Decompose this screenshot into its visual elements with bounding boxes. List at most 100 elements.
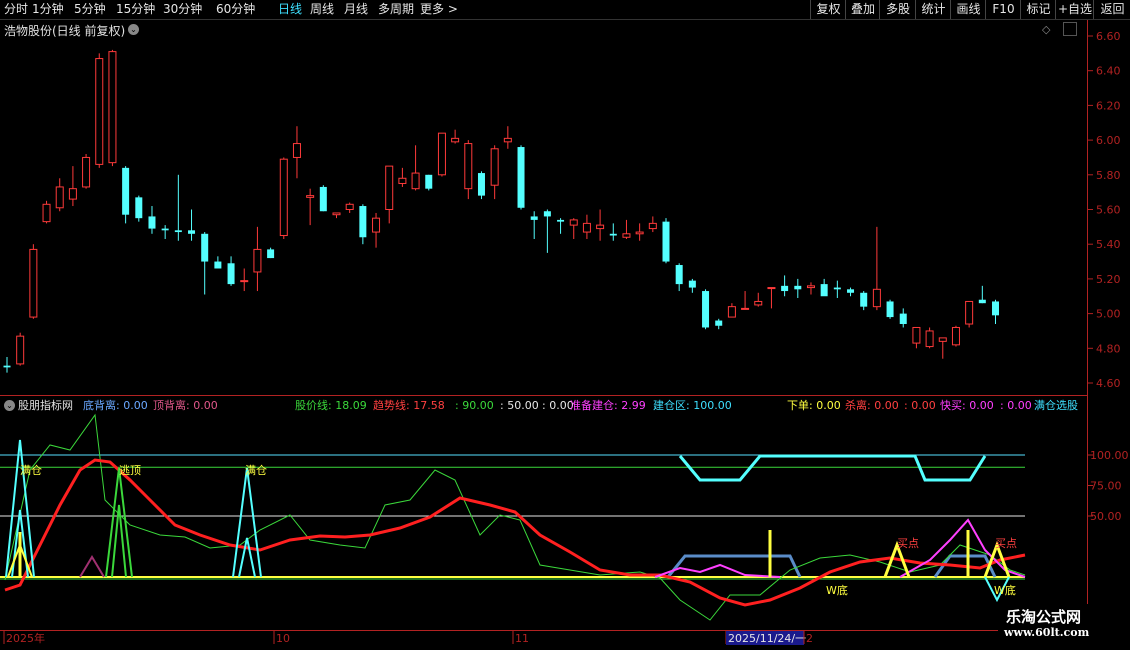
indicator-value-3: 趋势线: 17.58 xyxy=(373,399,445,412)
date-label: 2 xyxy=(806,632,813,645)
candle-body xyxy=(688,280,696,288)
candle-body xyxy=(675,265,683,285)
indicator-annotation: 买点 xyxy=(995,537,1017,550)
candle-body xyxy=(161,228,169,231)
candle-body xyxy=(411,172,420,190)
candle-body xyxy=(965,300,974,325)
indicator-value-9: 下单: 0.00 xyxy=(787,399,841,412)
candle-body xyxy=(794,285,802,290)
candle-body xyxy=(978,299,986,304)
watermark-title: 乐淘公式网 xyxy=(1006,608,1082,626)
candle-body xyxy=(188,230,196,234)
candle-body xyxy=(332,212,341,216)
candle-body xyxy=(899,313,907,325)
candle-body xyxy=(662,221,670,262)
candle-body xyxy=(992,301,999,316)
candle-body xyxy=(781,285,789,292)
price-tick-label: 4.80 xyxy=(1096,342,1121,355)
candle-body xyxy=(517,147,525,208)
indicator-value-14: 满仓选股 xyxy=(1034,399,1078,412)
price-tick-label: 6.00 xyxy=(1096,134,1121,147)
indicator-tick-label: 50.00 xyxy=(1090,510,1122,523)
candle-body xyxy=(872,288,881,308)
price-tick-label: 6.20 xyxy=(1096,99,1121,112)
candle-body xyxy=(938,337,947,342)
indicator-annotation: 满仓 xyxy=(20,463,42,477)
candle-body xyxy=(477,173,485,196)
candle-body xyxy=(16,335,25,365)
date-label: 2025年 xyxy=(6,631,45,645)
candle-body xyxy=(359,206,367,238)
candle-body xyxy=(227,263,235,285)
price-line xyxy=(4,413,1026,621)
indicator-value-13: : 0.00 xyxy=(1000,399,1032,412)
indicator-value-7: 准备建仓: 2.99 xyxy=(570,399,646,412)
candle-body xyxy=(741,307,750,310)
candle-body xyxy=(702,291,710,328)
candle-body xyxy=(767,287,776,290)
watermark-url: www.60lt.com xyxy=(1004,626,1090,639)
candle-body xyxy=(108,51,117,164)
candle-body xyxy=(648,222,657,230)
candle-body xyxy=(135,197,143,219)
price-tick-label: 5.40 xyxy=(1096,238,1121,251)
candle-body xyxy=(201,233,209,262)
indicator-value-6: : 0.00 xyxy=(542,399,574,412)
dark-spike xyxy=(79,555,105,578)
candle-body xyxy=(543,211,551,217)
price-tick-label: 4.60 xyxy=(1096,377,1121,390)
indicator-value-5: : 50.00 xyxy=(500,399,539,412)
indicator-annotation: 逃顶 xyxy=(119,464,141,477)
indicator-header: 股朋指标网 底背离: 0.00 顶背离: 0.00 股价线: 18.09 趋势线: 1… xyxy=(0,397,1090,414)
indicator-value-8: 建仓区: 100.00 xyxy=(653,399,732,412)
candle-body xyxy=(860,292,868,307)
candle-body xyxy=(253,248,262,273)
indicator-annotation: W底 xyxy=(826,583,848,597)
candle-body xyxy=(279,158,288,237)
date-label: 11 xyxy=(515,632,529,645)
candle-body xyxy=(464,143,473,190)
candle-body xyxy=(622,233,631,238)
candle-body xyxy=(727,306,736,318)
candle-body xyxy=(82,156,91,188)
candle-body xyxy=(451,137,460,143)
candle-body xyxy=(833,287,841,290)
candle-body xyxy=(267,249,275,259)
candle-body xyxy=(174,230,182,233)
candle-body xyxy=(425,174,433,189)
candle-body xyxy=(398,177,407,184)
candle-body xyxy=(345,203,354,210)
candle-body xyxy=(95,58,104,165)
candle-body xyxy=(925,330,934,348)
price-tick-label: 5.00 xyxy=(1096,308,1121,321)
candle-body xyxy=(806,285,815,289)
watermark: 乐淘公式网 www.60lt.com xyxy=(998,604,1126,644)
date-label: 10 xyxy=(276,632,290,645)
candle-body xyxy=(635,231,644,235)
candle-body xyxy=(385,165,394,210)
indicator-annotation: 满仓 xyxy=(245,463,267,477)
candle-body xyxy=(609,233,617,236)
build-zone-line xyxy=(678,454,987,482)
candle-body xyxy=(847,289,855,293)
candle-body xyxy=(569,219,578,226)
indicator-tick-label: 100.00 xyxy=(1090,449,1129,462)
candle-body xyxy=(3,365,11,368)
indicator-annotation: 买点 xyxy=(897,537,919,550)
candle-body xyxy=(372,217,381,233)
candle-body xyxy=(530,216,538,220)
indicator-value-12: 快买: 0.00 xyxy=(940,399,994,412)
indicator-value-10: 杀离: 0.00 xyxy=(845,399,899,412)
candle-body xyxy=(42,203,51,223)
price-tick-label: 6.60 xyxy=(1096,30,1121,43)
candle-body xyxy=(754,300,763,306)
candle-body xyxy=(55,186,64,209)
candle-body xyxy=(715,320,723,326)
chart-canvas[interactable]: 6.60 6.40 6.20 6.00 5.80 5.60 5.40 5.20 5.00 4.80… xyxy=(0,0,1130,650)
candle-body xyxy=(68,188,77,200)
plateau-line xyxy=(666,554,802,578)
price-tick-label: 6.40 xyxy=(1096,65,1121,78)
indicator-value-0: 底背离: 0.00 xyxy=(83,399,148,412)
prep-build-line xyxy=(654,563,781,578)
indicator-annotation: W底 xyxy=(994,583,1016,597)
